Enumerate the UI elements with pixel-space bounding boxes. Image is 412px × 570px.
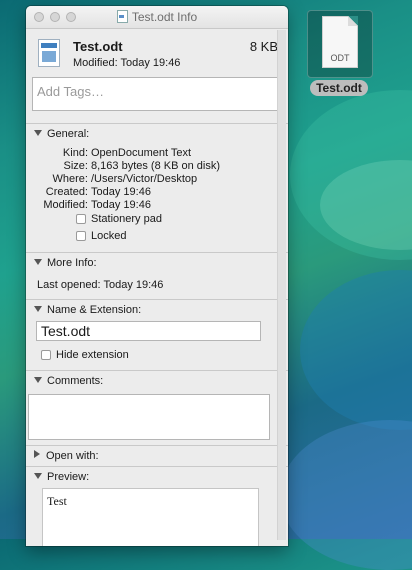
window-title: Test.odt Info: [26, 10, 288, 24]
file-header: Test.odt 8 KB Modified: Today 19:46: [26, 29, 288, 77]
name-field[interactable]: Test.odt: [36, 321, 261, 341]
section-general-header[interactable]: General:: [26, 123, 288, 141]
tags-field[interactable]: Add Tags…: [32, 77, 282, 111]
comments-field[interactable]: [28, 394, 270, 440]
general-row: Kind: OpenDocument Text: [62, 147, 192, 159]
general-section: Kind: OpenDocument Text Size: 8,163 bytes …: [26, 141, 288, 246]
general-row: Modified: Today 19:46: [43, 199, 151, 211]
hide-extension-checkbox[interactable]: Hide extension: [26, 348, 288, 365]
info-window: Test.odt Info Test.odt 8 KB Modified: To…: [26, 6, 288, 546]
section-comments-header[interactable]: Comments:: [26, 370, 288, 388]
last-opened: Last opened: Today 19:46: [37, 279, 164, 291]
modified-line: Modified: Today 19:46: [73, 57, 181, 69]
general-row: Created: Today 19:46: [45, 186, 151, 198]
file-name: Test.odt: [73, 39, 123, 54]
checkbox-box[interactable]: [76, 231, 86, 241]
checkbox-box[interactable]: [41, 350, 51, 360]
desktop-file-label[interactable]: Test.odt: [310, 80, 368, 96]
section-preview-header[interactable]: Preview:: [26, 466, 288, 484]
disclosure-down-icon[interactable]: [34, 259, 42, 265]
disclosure-down-icon[interactable]: [34, 473, 42, 479]
disclosure-right-icon[interactable]: [34, 450, 40, 458]
scrollbar[interactable]: [277, 30, 286, 540]
desktop-file-icon[interactable]: ODT: [307, 10, 373, 78]
stationery-pad-checkbox[interactable]: Stationery pad: [26, 212, 288, 229]
file-size: 8 KB: [249, 39, 278, 54]
disclosure-down-icon[interactable]: [34, 306, 42, 312]
preview-pane: Test: [42, 488, 259, 546]
title-bar[interactable]: Test.odt Info: [26, 6, 288, 29]
document-icon: [116, 10, 128, 23]
general-row: Size: 8,163 bytes (8 KB on disk): [63, 160, 221, 172]
locked-checkbox[interactable]: Locked: [26, 229, 288, 246]
disclosure-down-icon[interactable]: [34, 130, 42, 136]
document-page-icon: ODT: [322, 16, 358, 68]
section-open-with-header[interactable]: Open with:: [26, 445, 288, 463]
checkbox-box[interactable]: [76, 214, 86, 224]
section-name-extension-header[interactable]: Name & Extension:: [26, 299, 288, 317]
odt-file-icon: [38, 39, 60, 67]
section-more-info-header[interactable]: More Info:: [26, 252, 288, 270]
file-extension-badge: ODT: [330, 53, 350, 63]
general-row: Where:/Users/Victor/Desktop: [52, 173, 198, 185]
disclosure-down-icon[interactable]: [34, 377, 42, 383]
